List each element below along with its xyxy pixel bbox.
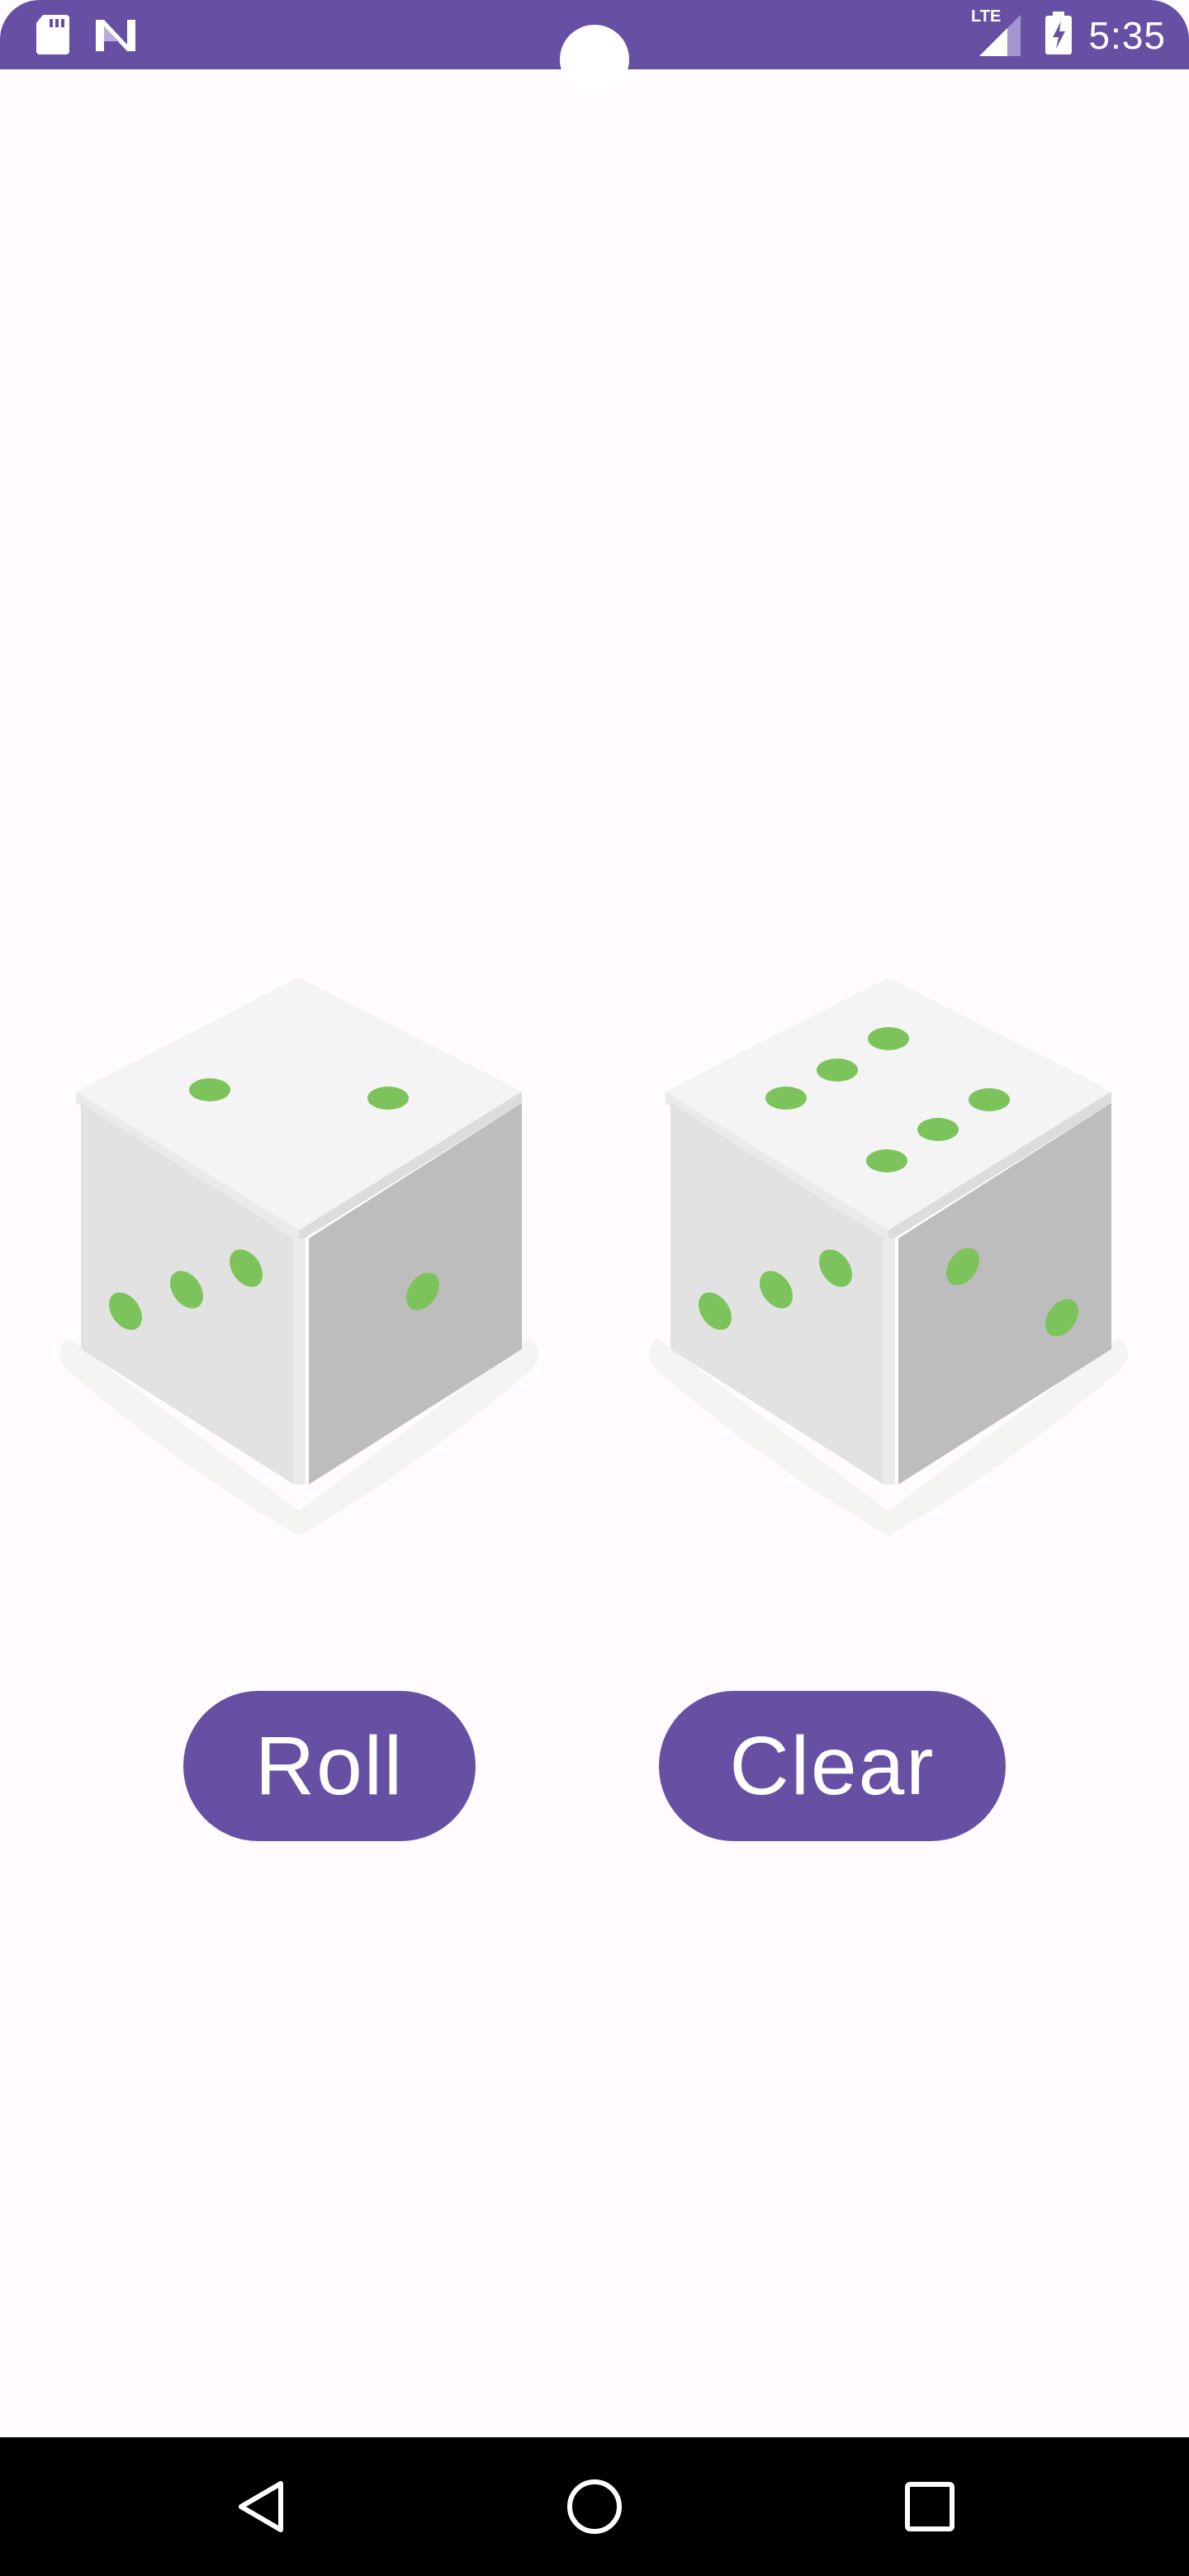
battery-charging-icon: [1044, 10, 1073, 60]
recents-icon: [905, 2482, 955, 2531]
status-right-icons: LTE 5:35: [971, 7, 1166, 64]
clear-button[interactable]: Clear: [659, 1691, 1006, 1841]
pip-top-2: [367, 1087, 409, 1110]
pip-top-2: [817, 1058, 858, 1082]
status-bar: LTE 5:35: [0, 0, 1189, 94]
pip-top-1: [189, 1078, 230, 1101]
pip-top-1: [868, 1027, 909, 1050]
roll-button[interactable]: Roll: [183, 1691, 476, 1841]
back-icon: [239, 2481, 283, 2532]
die-left: [59, 978, 538, 1536]
navigation-bar: [0, 2437, 1189, 2576]
recents-button[interactable]: [888, 2465, 971, 2548]
status-time: 5:35: [1088, 13, 1166, 57]
status-left-icons: [35, 13, 139, 60]
sd-card-icon: [35, 13, 71, 60]
app-screen: LTE 5:35 Roll Clear: [0, 0, 1189, 2576]
back-button[interactable]: [221, 2465, 304, 2548]
home-icon: [567, 2479, 622, 2534]
home-button[interactable]: [553, 2465, 636, 2548]
pip-top-3: [765, 1087, 807, 1110]
lte-signal-icon: LTE: [971, 7, 1029, 64]
dice-area: [0, 966, 1189, 1544]
die-front-edge: [294, 1238, 306, 1485]
app-n-icon: [94, 17, 139, 57]
die-right: [649, 978, 1128, 1536]
die-front-edge: [883, 1238, 895, 1485]
pip-top-6: [866, 1149, 907, 1172]
lte-label: LTE: [971, 7, 1001, 26]
camera-cutout: [560, 25, 629, 94]
pip-top-5: [917, 1118, 959, 1141]
pip-top-4: [969, 1088, 1010, 1111]
